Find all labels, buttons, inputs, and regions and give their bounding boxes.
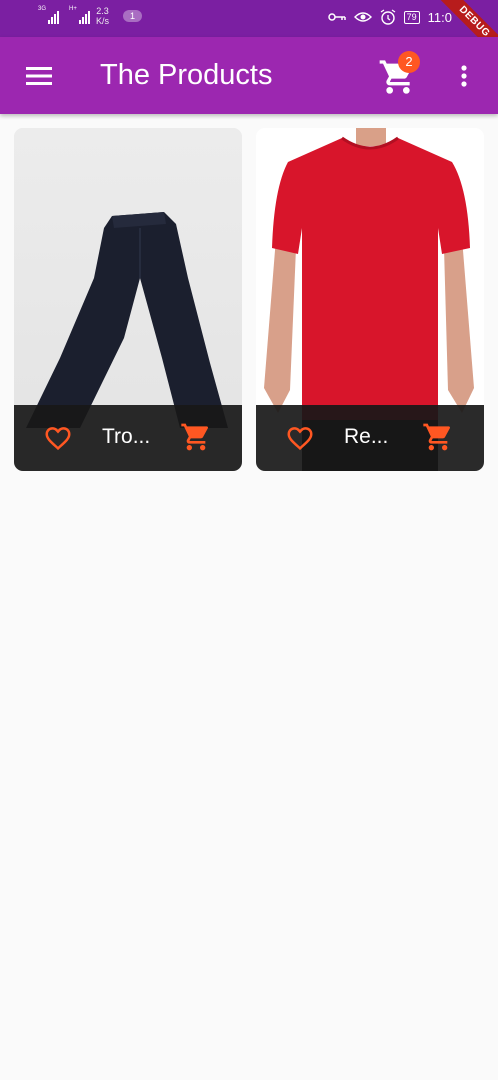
signal-icon-2: H+ (69, 6, 90, 24)
speed-unit: K/s (96, 16, 110, 26)
add-shopping-cart-icon (423, 423, 451, 451)
network-speed: 2.3 K/s (96, 6, 109, 26)
add-shopping-cart-icon (181, 423, 209, 451)
status-left: 3G H+ 2.3 K/s 1 (38, 6, 143, 26)
network-type-1: 3G (38, 6, 47, 12)
heart-outline-icon (287, 427, 313, 451)
eye-icon (353, 12, 372, 22)
product-name: Tro... (102, 425, 151, 448)
menu-button[interactable] (22, 63, 56, 89)
add-to-cart-button[interactable] (422, 421, 454, 453)
status-right: 79 11:0 (327, 9, 452, 25)
alarm-icon (380, 9, 396, 25)
key-icon (327, 13, 346, 21)
product-card[interactable]: Re... (256, 128, 484, 471)
add-to-cart-button[interactable] (180, 421, 212, 453)
menu-icon (26, 67, 52, 85)
speed-value: 2.3 (96, 6, 109, 16)
cart-count-badge: 2 (398, 51, 420, 73)
notification-count: 1 (123, 10, 143, 22)
product-name: Re... (344, 425, 389, 448)
heart-outline-icon (45, 427, 71, 451)
signal-icon: 3G (38, 6, 59, 24)
clock: 11:0 (427, 9, 452, 25)
more-vert-icon (461, 65, 467, 87)
more-options-button[interactable] (452, 63, 476, 89)
status-bar: 3G H+ 2.3 K/s 1 79 11:0 DEBUG (0, 0, 498, 64)
favorite-button[interactable] (284, 423, 316, 453)
product-card-footer: Tro... (14, 405, 242, 471)
battery-indicator: 79 (403, 10, 420, 24)
app-bar: The Products 2 (0, 37, 498, 114)
favorite-button[interactable] (42, 423, 74, 453)
product-card-footer: Re... (256, 405, 484, 471)
network-type-2: H+ (69, 6, 77, 12)
product-card[interactable]: Tro... (14, 128, 242, 471)
page-title: The Products (100, 59, 273, 91)
